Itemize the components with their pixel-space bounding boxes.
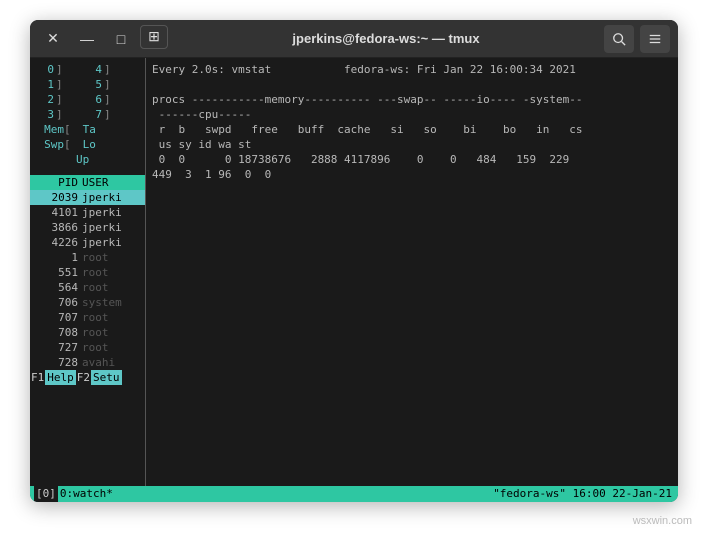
process-user: root: [82, 325, 109, 340]
cpu-meter-row: 3]7]: [34, 107, 141, 122]
bracket: ]: [104, 107, 111, 122]
new-tab-button[interactable]: ⊞: [140, 25, 168, 49]
col-user: USER: [82, 175, 109, 190]
col-pid: PID: [32, 175, 78, 190]
cpu-number: 4: [82, 62, 102, 77]
menu-button[interactable]: [640, 25, 670, 53]
process-user: root: [82, 310, 109, 325]
close-button[interactable]: ✕: [38, 25, 68, 53]
bracket: [: [64, 122, 71, 137]
fkey-label[interactable]: Help: [45, 370, 76, 385]
process-row[interactable]: 2039 jperki: [30, 190, 145, 205]
process-pid: 707: [32, 310, 78, 325]
process-user: avahi: [82, 355, 115, 370]
cpu-number: 5: [82, 77, 102, 92]
process-user: jperki: [82, 235, 122, 250]
cpu-number: 7: [82, 107, 102, 122]
cpu-meter-row: 1]5]: [34, 77, 141, 92]
process-pid: 4226: [32, 235, 78, 250]
search-icon: [612, 32, 626, 46]
htop-process-header: PID USER: [30, 175, 145, 190]
mem-value: Up: [76, 152, 89, 167]
tmux-session-indicator: [0]: [34, 486, 58, 502]
fkey-number: F2: [76, 370, 91, 385]
hamburger-icon: [648, 32, 662, 46]
bracket: ]: [56, 77, 63, 92]
cpu-number: 3: [34, 107, 54, 122]
fkey-number: F1: [30, 370, 45, 385]
process-user: jperki: [82, 205, 122, 220]
process-pid: 708: [32, 325, 78, 340]
mem-row: Up: [34, 152, 141, 167]
titlebar: ✕ — □ ⊞ jperkins@fedora-ws:~ — tmux: [30, 20, 678, 58]
tmux-status-right: "fedora-ws" 16:00 22-Jan-21: [491, 486, 674, 502]
process-row[interactable]: 1 root: [30, 250, 145, 265]
fkey-label[interactable]: Setu: [91, 370, 122, 385]
mem-row: Mem[ Ta: [34, 122, 141, 137]
bracket: ]: [56, 107, 63, 122]
process-row[interactable]: 551 root: [30, 265, 145, 280]
tmux-pane-left[interactable]: 0]4]1]5]2]6]3]7] Mem[TaSwp[LoUp PID USER…: [30, 58, 146, 486]
htop-cpu-meters: 0]4]1]5]2]6]3]7]: [30, 62, 145, 122]
process-pid: 727: [32, 340, 78, 355]
process-pid: 4101: [32, 205, 78, 220]
cpu-number: 2: [34, 92, 54, 107]
mem-label: Mem: [34, 122, 64, 137]
mem-value: Ta: [83, 122, 96, 137]
cpu-meter-row: 2]6]: [34, 92, 141, 107]
process-row[interactable]: 564 root: [30, 280, 145, 295]
terminal-body: 0]4]1]5]2]6]3]7] Mem[TaSwp[LoUp PID USER…: [30, 58, 678, 486]
process-user: jperki: [82, 220, 122, 235]
watermark-text: wsxwin.com: [633, 515, 692, 527]
mem-value: Lo: [83, 137, 96, 152]
tmux-pane-right[interactable]: Every 2.0s: vmstat fedora-ws: Fri Jan 22…: [146, 58, 678, 486]
bracket: ]: [104, 92, 111, 107]
htop-process-list[interactable]: 2039 jperki 4101 jperki 3866 jperki 4226 jperki…: [30, 190, 145, 370]
search-button[interactable]: [604, 25, 634, 53]
terminal-window: ✕ — □ ⊞ jperkins@fedora-ws:~ — tmux 0]4]…: [30, 20, 678, 502]
process-row[interactable]: 708 root: [30, 325, 145, 340]
titlebar-right: [604, 25, 670, 53]
bracket: ]: [56, 62, 63, 77]
bracket: ]: [56, 92, 63, 107]
process-pid: 1: [32, 250, 78, 265]
process-pid: 706: [32, 295, 78, 310]
bracket: ]: [104, 62, 111, 77]
process-row[interactable]: 727 root: [30, 340, 145, 355]
process-row[interactable]: 4226 jperki: [30, 235, 145, 250]
process-user: root: [82, 340, 109, 355]
process-user: root: [82, 280, 109, 295]
cpu-number: 1: [34, 77, 54, 92]
mem-row: Swp[ Lo: [34, 137, 141, 152]
process-pid: 2039: [32, 190, 78, 205]
titlebar-left: ✕ — □ ⊞: [38, 25, 168, 53]
process-pid: 728: [32, 355, 78, 370]
mem-label: Swp: [34, 137, 64, 152]
minimize-button[interactable]: —: [72, 25, 102, 53]
maximize-button[interactable]: □: [106, 25, 136, 53]
process-row[interactable]: 4101 jperki: [30, 205, 145, 220]
process-pid: 564: [32, 280, 78, 295]
process-row[interactable]: 3866 jperki: [30, 220, 145, 235]
process-row[interactable]: 707 root: [30, 310, 145, 325]
cpu-number: 0: [34, 62, 54, 77]
mem-label: [34, 152, 64, 167]
tmux-statusbar: [0] 0:watch* "fedora-ws" 16:00 22-Jan-21: [30, 486, 678, 502]
process-row[interactable]: 728 avahi: [30, 355, 145, 370]
window-title: jperkins@fedora-ws:~ — tmux: [168, 31, 604, 46]
htop-fkeys: F1HelpF2Setu: [30, 370, 145, 385]
htop-mem-info: Mem[ Ta Swp[ LoUp: [30, 122, 145, 167]
bracket: ]: [104, 77, 111, 92]
process-row[interactable]: 706 system: [30, 295, 145, 310]
process-user: system: [82, 295, 122, 310]
process-user: jperki: [82, 190, 122, 205]
process-user: root: [82, 250, 109, 265]
bracket: [: [64, 137, 71, 152]
tmux-window-indicator: 0:watch*: [58, 486, 115, 502]
process-user: root: [82, 265, 109, 280]
cpu-number: 6: [82, 92, 102, 107]
process-pid: 551: [32, 265, 78, 280]
process-pid: 3866: [32, 220, 78, 235]
cpu-meter-row: 0]4]: [34, 62, 141, 77]
